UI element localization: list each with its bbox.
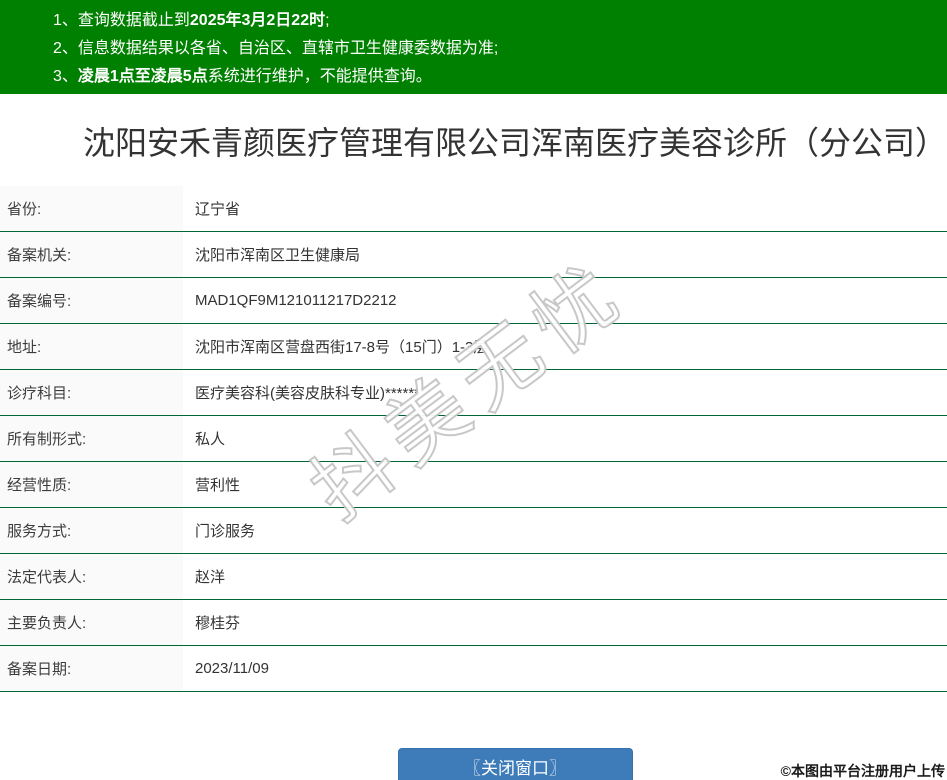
table-row-principal-person: 主要负责人: 穆桂芬 — [0, 600, 947, 646]
table-row-service-mode: 服务方式: 门诊服务 — [0, 508, 947, 554]
table-row-filing-number: 备案编号: MAD1QF9M121011217D2212 — [0, 278, 947, 324]
notice-1-text: 1、查询数据截止到 — [53, 12, 190, 29]
notice-line-3: 3、凌晨1点至凌晨5点系统进行维护，不能提供查询。 — [53, 63, 947, 91]
field-label: 备案日期: — [0, 646, 183, 691]
field-value: 沈阳市浑南区营盘西街17-8号（15门）1-3层 — [195, 339, 489, 356]
notice-banner: 1、查询数据截止到2025年3月2日22时; 2、信息数据结果以各省、自治区、直… — [0, 0, 947, 94]
table-row-business-nature: 经营性质: 营利性 — [0, 462, 947, 508]
field-value: 2023/11/09 — [195, 660, 269, 677]
page-title: 沈阳安禾青颜医疗管理有限公司浑南医疗美容诊所（分公司） — [82, 125, 947, 161]
notice-1-suffix: ; — [325, 12, 330, 29]
notice-3-text: 3、 — [53, 68, 78, 85]
field-value: 私人 — [195, 431, 226, 448]
table-row-address: 地址: 沈阳市浑南区营盘西街17-8号（15门）1-3层 — [0, 324, 947, 370]
field-label: 法定代表人: — [0, 554, 183, 599]
field-value: 辽宁省 — [195, 201, 241, 218]
field-label: 地址: — [0, 324, 183, 369]
field-value: 穆桂芬 — [195, 615, 241, 632]
table-row-filing-authority: 备案机关: 沈阳市浑南区卫生健康局 — [0, 232, 947, 278]
table-row-province: 省份: 辽宁省 — [0, 186, 947, 232]
record-table: 省份: 辽宁省 备案机关: 沈阳市浑南区卫生健康局 备案编号: MAD1QF9M… — [0, 186, 947, 692]
notice-line-1: 1、查询数据截止到2025年3月2日22时; — [53, 7, 947, 35]
field-value: 医疗美容科(美容皮肤科专业)****** — [195, 385, 421, 402]
field-label: 诊疗科目: — [0, 370, 183, 415]
record-page: 1、查询数据截止到2025年3月2日22时; 2、信息数据结果以各省、自治区、直… — [0, 0, 947, 780]
field-label: 省份: — [0, 186, 183, 231]
field-value: MAD1QF9M121011217D2212 — [195, 292, 397, 309]
field-label: 服务方式: — [0, 508, 183, 553]
notice-3-suffix: 系统进行维护，不能提供查询。 — [207, 68, 432, 85]
field-label: 所有制形式: — [0, 416, 183, 461]
notice-1-bold: 2025年3月2日22时 — [189, 12, 326, 29]
notice-line-2: 2、信息数据结果以各省、自治区、直辖市卫生健康委数据为准; — [53, 35, 947, 63]
table-row-treatment-subjects: 诊疗科目: 医疗美容科(美容皮肤科专业)****** — [0, 370, 947, 416]
field-label: 备案编号: — [0, 278, 183, 323]
field-label: 主要负责人: — [0, 600, 183, 645]
field-label: 经营性质: — [0, 462, 183, 507]
field-value: 赵洋 — [195, 569, 226, 586]
field-value: 门诊服务 — [195, 523, 256, 540]
copyright-watermark: ©本图由平台注册用户上传 — [780, 763, 945, 779]
notice-2-text: 2、信息数据结果以各省、自治区、直辖市卫生健康委数据为准; — [53, 40, 499, 57]
field-label: 备案机关: — [0, 232, 183, 277]
table-row-filing-date: 备案日期: 2023/11/09 — [0, 646, 947, 692]
notice-3-bold: 凌晨1点至凌晨5点 — [77, 68, 208, 85]
title-spacer — [0, 165, 947, 186]
table-row-ownership-form: 所有制形式: 私人 — [0, 416, 947, 462]
field-value: 沈阳市浑南区卫生健康局 — [195, 247, 361, 264]
close-window-button[interactable]: 〖关闭窗口〗 — [397, 748, 633, 780]
field-value: 营利性 — [195, 477, 241, 494]
table-row-legal-representative: 法定代表人: 赵洋 — [0, 554, 947, 600]
